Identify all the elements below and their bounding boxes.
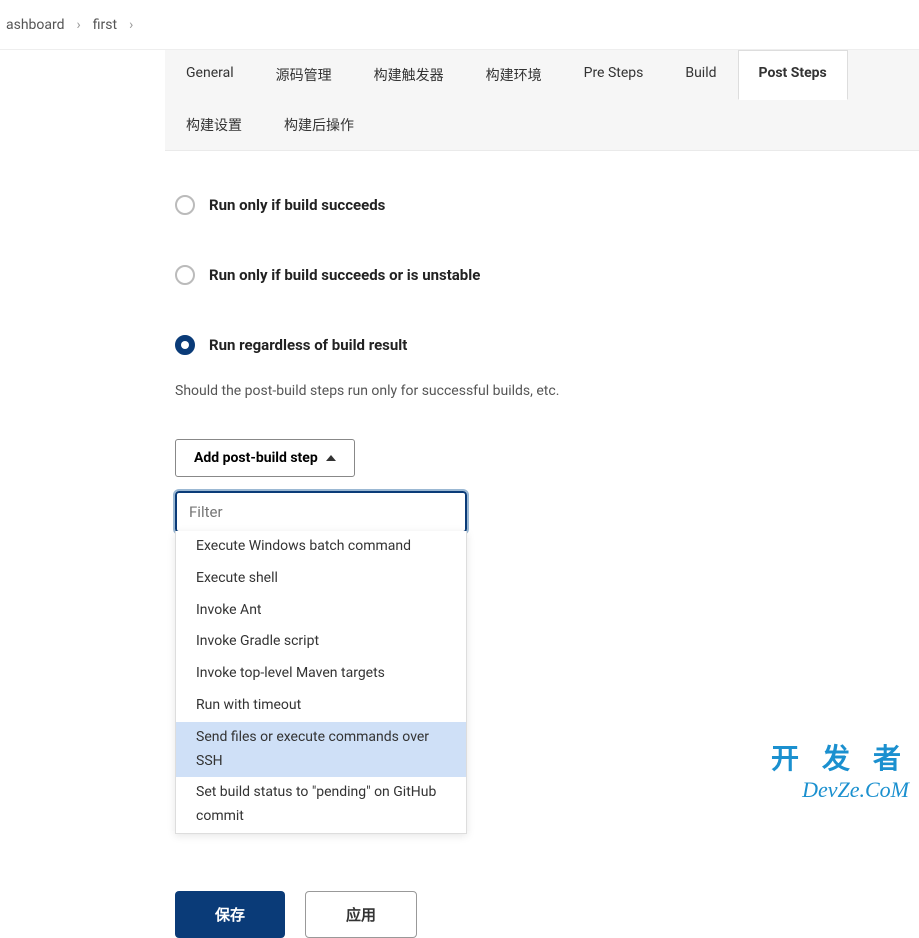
save-button[interactable]: 保存 — [175, 891, 285, 938]
option-run-timeout[interactable]: Run with timeout — [176, 690, 466, 722]
option-execute-shell[interactable]: Execute shell — [176, 563, 466, 595]
tab-post-build-actions[interactable]: 构建后操作 — [263, 100, 375, 150]
post-step-condition-group: Run only if build succeeds Run only if b… — [175, 195, 919, 355]
tab-scm[interactable]: 源码管理 — [255, 50, 353, 100]
breadcrumb-dashboard[interactable]: ashboard — [0, 17, 71, 33]
chevron-right-icon: › — [123, 17, 139, 33]
tab-post-steps[interactable]: Post Steps — [738, 50, 848, 100]
radio-regardless[interactable] — [175, 335, 195, 355]
add-post-build-step-label: Add post-build step — [194, 450, 318, 466]
breadcrumb-first[interactable]: first — [87, 17, 123, 33]
help-text: Should the post-build steps run only for… — [175, 383, 919, 399]
step-options-list: Execute Windows batch command Execute sh… — [175, 531, 467, 834]
tab-build-env[interactable]: 构建环境 — [465, 50, 563, 100]
option-invoke-maven[interactable]: Invoke top-level Maven targets — [176, 658, 466, 690]
radio-success-label: Run only if build succeeds — [209, 196, 385, 214]
radio-success-unstable-label: Run only if build succeeds or is unstabl… — [209, 266, 480, 284]
apply-button[interactable]: 应用 — [305, 891, 417, 938]
tab-pre-steps[interactable]: Pre Steps — [563, 50, 665, 100]
option-send-files-ssh[interactable]: Send files or execute commands over SSH — [176, 722, 466, 778]
radio-success-unstable[interactable] — [175, 265, 195, 285]
tab-build[interactable]: Build — [664, 50, 737, 100]
config-tabs: General 源码管理 构建触发器 构建环境 Pre Steps Build … — [165, 50, 919, 151]
tab-general[interactable]: General — [165, 50, 255, 100]
radio-regardless-label: Run regardless of build result — [209, 336, 407, 354]
tab-build-settings[interactable]: 构建设置 — [165, 100, 263, 150]
option-execute-windows-batch[interactable]: Execute Windows batch command — [176, 531, 466, 563]
option-set-github-status[interactable]: Set build status to "pending" on GitHub … — [176, 777, 466, 833]
option-invoke-gradle[interactable]: Invoke Gradle script — [176, 626, 466, 658]
add-step-dropdown: Execute Windows batch command Execute sh… — [175, 491, 919, 533]
radio-success[interactable] — [175, 195, 195, 215]
add-post-build-step-button[interactable]: Add post-build step — [175, 439, 355, 477]
caret-up-icon — [326, 455, 336, 461]
option-invoke-ant[interactable]: Invoke Ant — [176, 595, 466, 627]
filter-input[interactable] — [175, 491, 467, 533]
chevron-right-icon: › — [71, 17, 87, 33]
breadcrumb: ashboard › first › — [0, 0, 919, 50]
tab-triggers[interactable]: 构建触发器 — [353, 50, 465, 100]
